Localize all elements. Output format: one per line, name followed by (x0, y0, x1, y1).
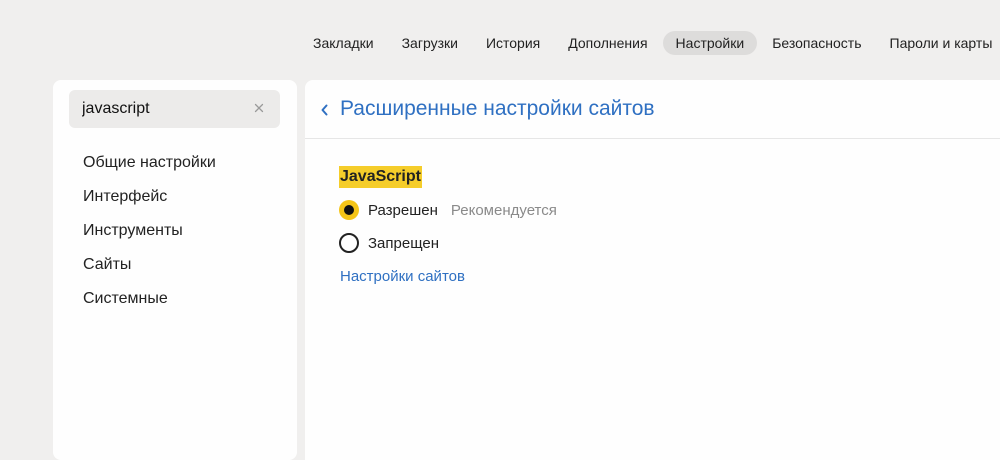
sidebar-item-sites[interactable]: Сайты (83, 252, 216, 286)
recommended-hint: Рекомендуется (450, 201, 557, 219)
sidebar-item-tools[interactable]: Инструменты (83, 218, 216, 252)
tab-history[interactable]: История (473, 31, 553, 55)
tab-settings[interactable]: Настройки (662, 31, 758, 55)
site-settings-link[interactable]: Настройки сайтов (340, 268, 465, 285)
radio-label-allow: Разрешен (368, 201, 438, 219)
settings-main-panel: Расширенные настройки сайтов JavaScript … (305, 80, 1000, 460)
settings-nav-list: Общие настройки Интерфейс Инструменты Са… (83, 150, 216, 320)
sidebar-item-general[interactable]: Общие настройки (83, 150, 216, 184)
settings-search-input[interactable] (82, 100, 242, 118)
page-title: Расширенные настройки сайтов (340, 97, 655, 120)
tab-downloads[interactable]: Загрузки (389, 31, 471, 55)
javascript-section-title: JavaScript (339, 166, 422, 188)
tab-bookmarks[interactable]: Закладки (300, 31, 387, 55)
tab-passwords-and-cards[interactable]: Пароли и карты (877, 31, 1000, 55)
sidebar-item-interface[interactable]: Интерфейс (83, 184, 216, 218)
radio-option-allow[interactable]: Разрешен Рекомендуется (339, 200, 557, 220)
radio-button-unchecked[interactable] (339, 233, 359, 253)
tab-security[interactable]: Безопасность (759, 31, 874, 55)
top-navigation: Закладки Загрузки История Дополнения Нас… (300, 30, 1000, 56)
sidebar-item-system[interactable]: Системные (83, 286, 216, 320)
settings-search-box (69, 90, 280, 128)
page-header: Расширенные настройки сайтов (305, 80, 1000, 139)
chevron-left-icon[interactable] (319, 102, 331, 118)
tab-extensions[interactable]: Дополнения (555, 31, 660, 55)
settings-sidebar: Общие настройки Интерфейс Инструменты Са… (53, 80, 297, 460)
radio-option-deny[interactable]: Запрещен (339, 233, 439, 253)
radio-label-deny: Запрещен (368, 234, 440, 252)
close-icon[interactable] (252, 101, 266, 115)
radio-button-checked[interactable] (339, 200, 359, 220)
